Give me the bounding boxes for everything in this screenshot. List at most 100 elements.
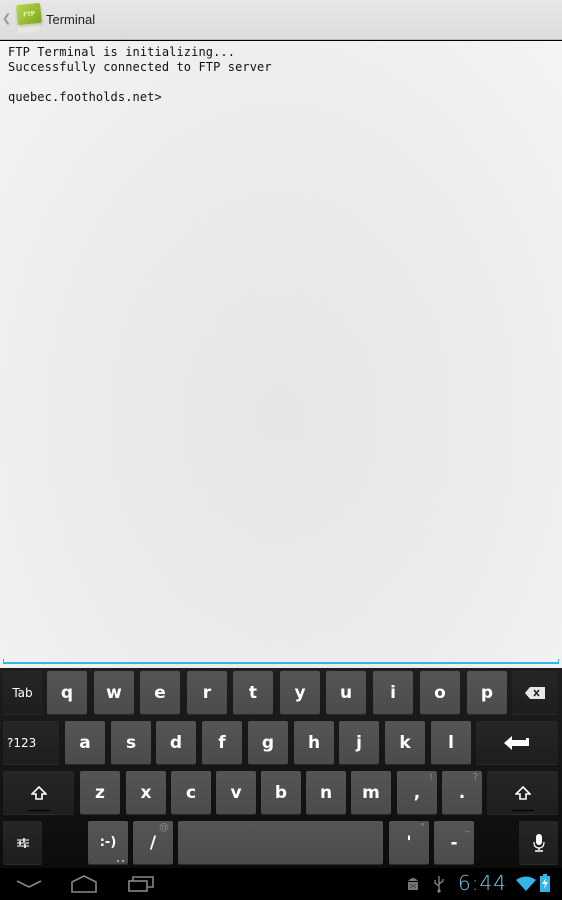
key-comma[interactable]: , ! — [397, 771, 437, 814]
key-o[interactable]: o — [420, 671, 460, 714]
shift-indicator — [511, 810, 534, 811]
android-debug-icon[interactable] — [406, 875, 420, 893]
key-label: o — [434, 682, 446, 703]
key-label: , — [413, 782, 421, 803]
key-hint: ! — [428, 772, 433, 783]
up-caret-icon[interactable]: ❮ — [2, 12, 11, 25]
terminal-output[interactable]: FTP Terminal is initializing... Successf… — [0, 41, 562, 668]
battery-charging-icon[interactable] — [540, 874, 550, 892]
terminal-prompt: quebec.footholds.net> — [8, 90, 162, 104]
key-n[interactable]: n — [306, 771, 346, 814]
shift-key-left[interactable] — [3, 771, 74, 814]
key-label: u — [339, 682, 353, 703]
shift-icon — [30, 785, 47, 800]
key-label: r — [202, 682, 212, 703]
key-t[interactable]: t — [233, 671, 273, 714]
key-label: i — [390, 682, 396, 703]
key-w[interactable]: w — [94, 671, 134, 714]
key-p[interactable]: p — [467, 671, 507, 714]
enter-icon — [504, 735, 529, 750]
symbols-key-label: ?123 — [7, 735, 37, 750]
key-label: g — [261, 732, 275, 753]
key-c[interactable]: c — [171, 771, 211, 814]
key-h[interactable]: h — [294, 721, 334, 764]
usb-icon[interactable] — [433, 875, 445, 893]
key-label: f — [218, 732, 226, 753]
key-label: ' — [406, 832, 412, 853]
key-d[interactable]: d — [156, 721, 196, 764]
key-label: d — [169, 732, 183, 753]
key-j[interactable]: j — [339, 721, 379, 764]
key-s[interactable]: s — [111, 721, 151, 764]
microphone-icon — [532, 833, 545, 852]
key-b[interactable]: b — [261, 771, 301, 814]
recent-apps-icon[interactable] — [121, 872, 161, 896]
wifi-icon[interactable] — [516, 876, 536, 891]
key-u[interactable]: u — [326, 671, 366, 714]
terminal-line: FTP Terminal is initializing... — [8, 45, 236, 59]
key-q[interactable]: q — [47, 671, 87, 714]
key-hint: _ — [465, 822, 470, 833]
symbols-key[interactable]: ?123 — [3, 721, 59, 764]
key-label: w — [106, 682, 122, 703]
key-label: l — [448, 732, 454, 753]
key-m[interactable]: m — [351, 771, 391, 814]
app-icon[interactable]: FTP — [16, 2, 42, 26]
key-label: a — [79, 732, 91, 753]
key-label: c — [185, 782, 197, 803]
key-label: t — [248, 682, 258, 703]
hide-keyboard-icon[interactable] — [9, 872, 49, 896]
key-label: e — [154, 682, 166, 703]
backspace-icon — [525, 686, 545, 699]
key-apostrophe[interactable]: ' " — [389, 821, 429, 864]
key-e[interactable]: e — [140, 671, 180, 714]
app-icon-label: FTP — [22, 9, 36, 19]
key-hint: " — [420, 822, 425, 833]
key-label: j — [356, 732, 362, 753]
key-label: m — [362, 782, 380, 803]
space-key[interactable] — [178, 821, 383, 864]
key-l[interactable]: l — [431, 721, 471, 764]
tab-key[interactable]: Tab — [3, 671, 42, 714]
key-label: . — [458, 782, 466, 803]
key-k[interactable]: k — [385, 721, 425, 764]
key-x[interactable]: x — [126, 771, 166, 814]
key-label: n — [319, 782, 333, 803]
key-a[interactable]: a — [65, 721, 105, 764]
key-hint: @ — [159, 822, 169, 833]
key-dash[interactable]: - _ — [434, 821, 474, 864]
key-label: q — [60, 682, 74, 703]
key-label: - — [450, 832, 458, 853]
key-label: p — [480, 682, 494, 703]
home-icon[interactable] — [64, 872, 104, 896]
terminal-line: Successfully connected to FTP server — [8, 60, 272, 74]
key-period[interactable]: . ? — [442, 771, 482, 814]
tab-key-label: Tab — [12, 685, 33, 700]
key-g[interactable]: g — [248, 721, 288, 764]
smiley-key[interactable]: :-) — [88, 821, 128, 864]
settings-key[interactable] — [3, 821, 42, 864]
shift-key-right[interactable] — [487, 771, 558, 814]
key-label: k — [399, 732, 411, 753]
key-label: s — [125, 732, 137, 753]
key-f[interactable]: f — [202, 721, 242, 764]
key-r[interactable]: r — [187, 671, 227, 714]
key-i[interactable]: i — [373, 671, 413, 714]
voice-input-key[interactable] — [519, 821, 558, 864]
key-z[interactable]: z — [80, 771, 120, 814]
key-label: y — [294, 682, 306, 703]
key-label: z — [95, 782, 105, 803]
backspace-key[interactable] — [512, 671, 558, 714]
settings-sliders-icon — [16, 837, 29, 848]
action-bar: ❮ FTP Terminal — [0, 0, 562, 40]
key-v[interactable]: v — [216, 771, 256, 814]
key-slash[interactable]: / @ — [133, 821, 173, 864]
command-input-underline[interactable] — [3, 659, 559, 664]
enter-key[interactable] — [476, 721, 558, 764]
key-label: x — [140, 782, 152, 803]
clock[interactable]: 6:44 — [458, 871, 507, 895]
key-y[interactable]: y — [280, 671, 320, 714]
shift-icon — [514, 785, 531, 800]
key-label: :-) — [99, 835, 117, 850]
more-indicator — [117, 860, 124, 862]
